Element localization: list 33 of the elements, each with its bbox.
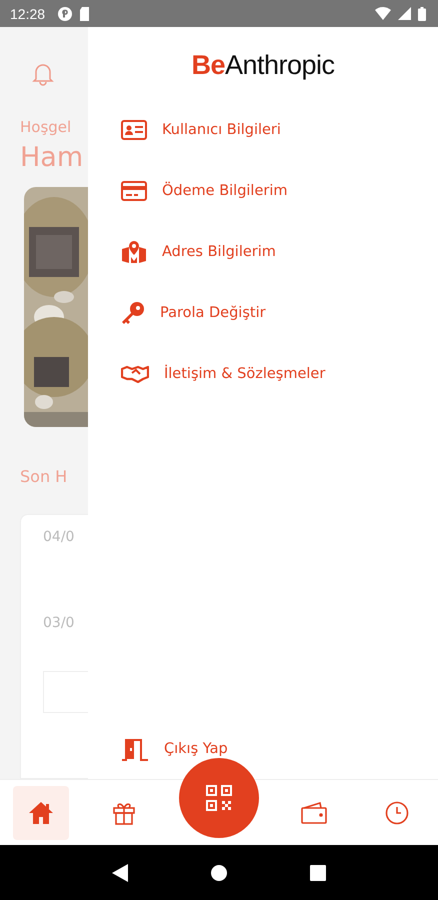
clock-icon bbox=[384, 800, 409, 824]
recents-icon[interactable] bbox=[310, 864, 326, 880]
status-time: 12:28 bbox=[10, 6, 46, 22]
date-text: 04/0 bbox=[43, 529, 76, 545]
menu-item[interactable]: Ödeme Bilgilerim bbox=[121, 176, 438, 205]
id-card-icon bbox=[121, 120, 147, 140]
date-text: 03/0 bbox=[43, 615, 76, 631]
wifi-icon bbox=[375, 7, 391, 20]
door-icon bbox=[121, 736, 149, 760]
key-icon bbox=[121, 300, 145, 324]
home-button-icon[interactable] bbox=[210, 864, 227, 880]
menu-item[interactable]: Kullanıcı Bilgileri bbox=[121, 115, 438, 144]
gift-icon bbox=[112, 800, 136, 824]
home-icon bbox=[28, 800, 54, 824]
section-title: Son H bbox=[20, 467, 68, 486]
notification-icon bbox=[58, 6, 72, 20]
menu-item[interactable]: İletişim & Sözleşmeler bbox=[121, 359, 438, 388]
back-icon[interactable] bbox=[112, 864, 128, 882]
nav-tab[interactable] bbox=[13, 786, 70, 840]
map-pin-icon bbox=[121, 240, 147, 262]
wallet-icon bbox=[300, 802, 327, 824]
user-name: Ham bbox=[20, 142, 84, 173]
battery-icon bbox=[418, 6, 426, 20]
qr-code-icon bbox=[206, 784, 232, 810]
logout-item[interactable]: Çıkış Yap bbox=[88, 734, 438, 763]
brand-logo: BeAnthropic bbox=[191, 50, 335, 81]
credit-card-icon bbox=[121, 180, 147, 200]
menu-item[interactable]: Adres Bilgilerim bbox=[121, 237, 438, 266]
handshake-icon bbox=[121, 364, 149, 382]
signal-icon bbox=[398, 7, 411, 20]
greeting-text: Hoşgel bbox=[20, 118, 72, 136]
sd-card-icon bbox=[79, 6, 90, 20]
menu-item[interactable]: Parola Değiştir bbox=[121, 298, 438, 327]
